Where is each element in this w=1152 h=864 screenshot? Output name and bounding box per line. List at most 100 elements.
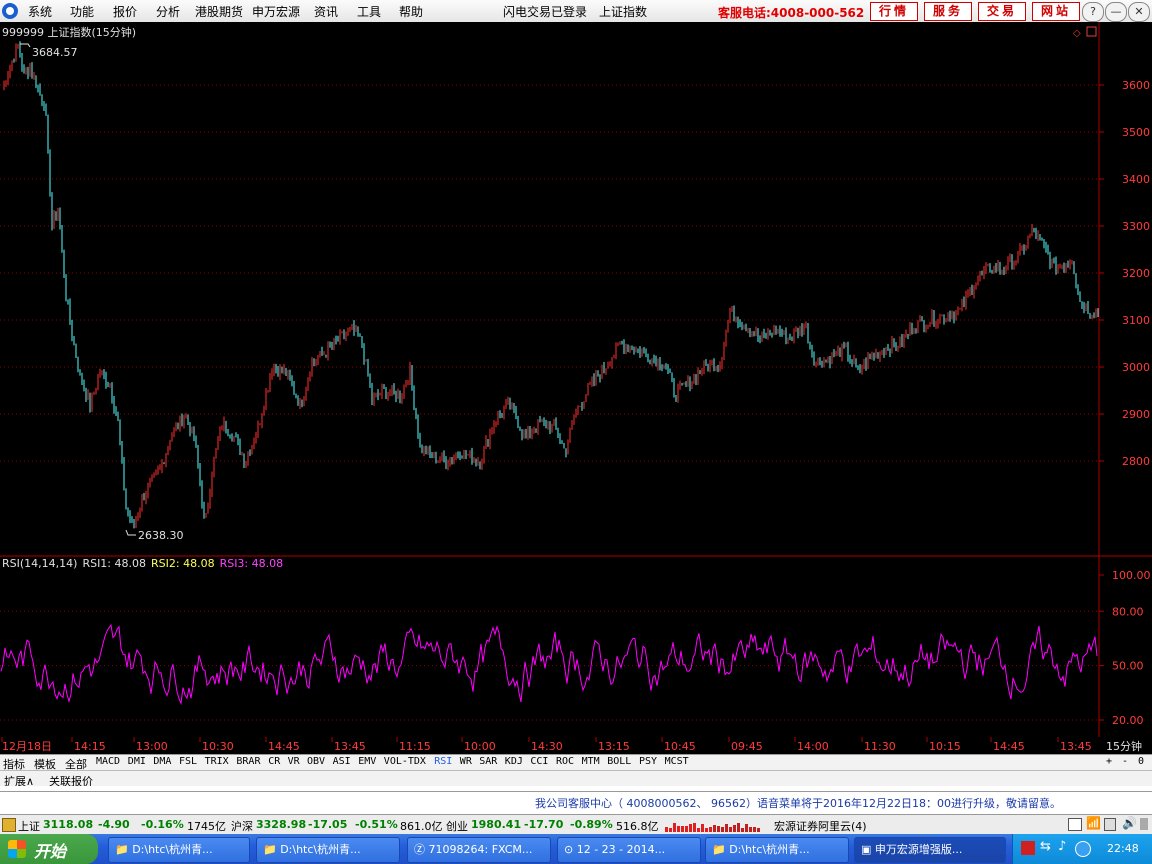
tab-control-1[interactable]: - <box>1122 756 1128 767</box>
indicator-tab-obv[interactable]: OBV <box>307 756 325 767</box>
task-fxcm[interactable]: Ⓩ 71098264: FXCM... <box>407 837 551 863</box>
tray-app-icon[interactable] <box>1021 841 1035 855</box>
sh-value: 3118.08 <box>43 818 94 831</box>
website-button[interactable]: 网站 <box>1032 2 1080 21</box>
price-tick-label: 2800 <box>1122 455 1150 468</box>
lock-icon[interactable] <box>1104 818 1116 831</box>
breadth-bar <box>697 828 700 832</box>
signal-icon: 📶 <box>1086 816 1101 830</box>
indicator-tab-asi[interactable]: ASI <box>333 756 351 767</box>
breadth-bar <box>745 824 748 832</box>
breadth-bar <box>737 823 740 832</box>
rsi-tick-label: 80.00 <box>1112 605 1144 618</box>
tray-volume-icon[interactable]: ♪ <box>1058 839 1066 854</box>
market-button[interactable]: 行情 <box>870 2 918 21</box>
hs-name: 沪深 <box>231 820 253 833</box>
login-status: 闪电交易已登录 <box>503 5 588 19</box>
indicator-tab-sar[interactable]: SAR <box>479 756 497 767</box>
task-folder-1[interactable]: 📁 D:\htc\杭州青... <box>108 837 250 863</box>
breadth-bar <box>713 825 716 832</box>
tray-status-icon[interactable] <box>1075 841 1091 857</box>
hotline-text: 客服电话:4008-000-562 <box>718 6 865 20</box>
indicator-tab-psy[interactable]: PSY <box>639 756 657 767</box>
rsi-tick-label: 50.00 <box>1112 660 1144 673</box>
tab-control-0[interactable]: + <box>1106 756 1112 767</box>
breadth-bar <box>705 828 708 832</box>
indicator-tab-roc[interactable]: ROC <box>556 756 574 767</box>
indicator-tab-dmi[interactable]: DMI <box>128 756 146 767</box>
breadth-bar <box>757 828 760 832</box>
indicator-tab-brar[interactable]: BRAR <box>236 756 260 767</box>
time-tick-label: 10:15 <box>929 740 961 753</box>
app-logo-icon <box>2 3 18 19</box>
menu-quote[interactable]: 报价 <box>113 3 137 20</box>
menu-news[interactable]: 资讯 <box>314 3 338 20</box>
indicator-tab-rsi[interactable]: RSI <box>434 756 452 767</box>
price-tick-label: 3400 <box>1122 173 1150 186</box>
price-tick-label: 3600 <box>1122 79 1150 92</box>
menu-hk-futures[interactable]: 港股期货 <box>195 3 243 20</box>
note-icon[interactable] <box>1068 818 1082 831</box>
time-tick-label: 13:00 <box>136 740 168 753</box>
chart-title: 999999 上证指数(15分钟) <box>2 25 136 39</box>
breadth-bar <box>685 826 688 832</box>
task-swhy-app[interactable]: ▣ 申万宏源增强版... <box>854 837 1006 863</box>
price-tick-label: 3100 <box>1122 314 1150 327</box>
indicator-tab-emv[interactable]: EMV <box>358 756 376 767</box>
menu-function[interactable]: 功能 <box>70 3 94 20</box>
menu-analysis[interactable]: 分析 <box>156 3 180 20</box>
breadth-bar <box>725 824 728 832</box>
minimize-button[interactable]: — <box>1105 2 1127 22</box>
indicator-tab-cci[interactable]: CCI <box>530 756 548 767</box>
more-icon[interactable] <box>1140 818 1148 830</box>
breadth-bar <box>677 826 680 832</box>
indicator-tab-macd[interactable]: MACD <box>96 756 120 767</box>
start-button[interactable]: 开始 <box>0 834 98 864</box>
tray-clock: 22:48 <box>1107 842 1139 855</box>
system-tray: ⇆ ♪ 22:48 <box>1012 834 1152 864</box>
service-button[interactable]: 服务 <box>924 2 972 21</box>
menu-system[interactable]: 系统 <box>28 3 52 20</box>
indicator-tab-fsl[interactable]: FSL <box>179 756 197 767</box>
indicator-tab-vol-tdx[interactable]: VOL-TDX <box>384 756 426 767</box>
indicator-tab-boll[interactable]: BOLL <box>607 756 631 767</box>
help-button[interactable]: ? <box>1082 2 1104 22</box>
task-browser[interactable]: ⊙ 12 - 23 - 2014... <box>557 837 701 863</box>
chart-options-icon[interactable]: ◇ <box>1073 28 1081 39</box>
close-button[interactable]: ✕ <box>1128 2 1150 22</box>
chart-area[interactable]: 999999 上证指数(15分钟) ◇ 3600 3500 3400 3300 3200… <box>0 22 1152 754</box>
high-price-label: 3684.57 <box>32 46 78 59</box>
indicator-tab-kdj[interactable]: KDJ <box>505 756 523 767</box>
sh-change: -4.90 <box>98 818 130 831</box>
menu-help[interactable]: 帮助 <box>399 3 423 20</box>
rsi-tick-label: 100.00 <box>1112 569 1151 582</box>
menu-tools[interactable]: 工具 <box>357 3 381 20</box>
hs-change: -17.05 <box>308 818 348 831</box>
time-tick-label: 14:00 <box>797 740 829 753</box>
indicator-tab-vr[interactable]: VR <box>288 756 300 767</box>
indicator-tab-mcst[interactable]: MCST <box>665 756 689 767</box>
period-label[interactable]: 15分钟 <box>1106 739 1142 753</box>
indicator-tab-mtm[interactable]: MTM <box>582 756 600 767</box>
menu-swhy[interactable]: 申万宏源 <box>252 3 300 20</box>
time-tick-label: 09:45 <box>731 740 763 753</box>
sound-icon[interactable]: 🔊 <box>1122 816 1137 830</box>
indicator-tab-wr[interactable]: WR <box>460 756 472 767</box>
task-folder-2[interactable]: 📁 D:\htc\杭州青... <box>256 837 400 863</box>
breadth-bar <box>689 824 692 832</box>
time-tick-label: 14:15 <box>74 740 106 753</box>
indicator-tab-trix[interactable]: TRIX <box>205 756 229 767</box>
tab-control-2[interactable]: 0 <box>1138 756 1144 767</box>
sh-amount: 1745亿 <box>187 820 226 833</box>
price-tick-label: 3000 <box>1122 361 1150 374</box>
tray-network-icon[interactable]: ⇆ <box>1040 839 1051 854</box>
indicator-tab-cr[interactable]: CR <box>268 756 280 767</box>
task-folder-3[interactable]: 📁 D:\htc\杭州青... <box>705 837 849 863</box>
hs-amount: 861.0亿 <box>400 820 443 833</box>
trade-button[interactable]: 交易 <box>978 2 1026 21</box>
indicator-tab-dma[interactable]: DMA <box>153 756 171 767</box>
cy-change: -17.70 <box>524 818 564 831</box>
time-tick-label: 11:30 <box>864 740 896 753</box>
windows-logo-icon <box>8 840 26 858</box>
status-bar: 上证 3118.08 -4.90 -0.16% 1745亿 沪深 3328.98… <box>0 814 1152 835</box>
